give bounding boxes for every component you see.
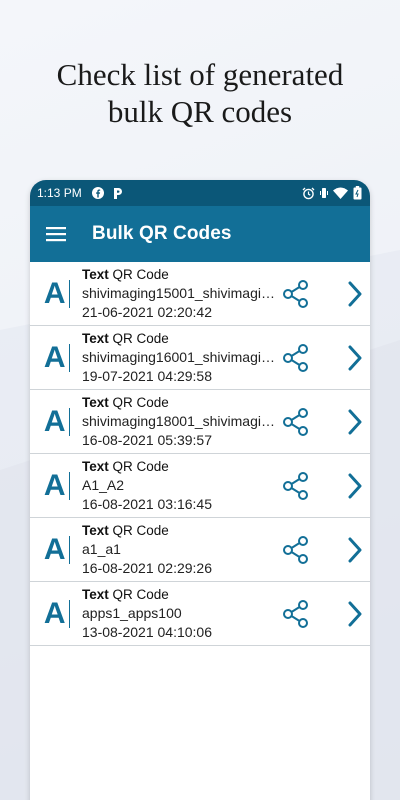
- item-date: 13-08-2021 04:10:06: [82, 623, 212, 640]
- share-icon[interactable]: [281, 471, 311, 501]
- item-name: apps1_apps100: [82, 604, 182, 621]
- list-item[interactable]: A Text QR Code shivimaging16001_shivimag…: [30, 326, 370, 390]
- chevron-right-icon[interactable]: [342, 536, 368, 564]
- p-app-icon: [112, 187, 124, 200]
- item-type: Text: [82, 266, 109, 282]
- chevron-right-icon[interactable]: [342, 344, 368, 372]
- list-item[interactable]: A Text QR Code shivimaging18001_shivimag…: [30, 390, 370, 454]
- text-type-icon: A: [30, 390, 80, 454]
- item-label: QR Code: [112, 522, 169, 538]
- chevron-right-icon[interactable]: [342, 600, 368, 628]
- item-date: 19-07-2021 04:29:58: [82, 367, 212, 384]
- item-label: QR Code: [112, 394, 169, 410]
- item-name: a1_a1: [82, 540, 121, 557]
- alarm-icon: [302, 187, 315, 200]
- text-type-icon: A: [30, 326, 80, 390]
- list-item[interactable]: A Text QR Code apps1_apps100 13-08-2021 …: [30, 582, 370, 646]
- phone-screen: 1:13 PM Bulk QR Codes A Text QR Code shi…: [30, 180, 370, 800]
- item-label: QR Code: [112, 330, 169, 346]
- text-type-icon: A: [30, 518, 80, 582]
- item-name: shivimaging15001_shivimaging15100: [82, 284, 275, 301]
- text-type-icon: A: [30, 582, 80, 646]
- share-icon[interactable]: [281, 535, 311, 565]
- item-date: 16-08-2021 03:16:45: [82, 495, 212, 512]
- item-name: A1_A2: [82, 476, 125, 493]
- item-text: Text QR Code a1_a1 16-08-2021 02:29:26: [82, 522, 275, 578]
- promo-caption: Check list of generated bulk QR codes: [0, 56, 400, 130]
- caption-line-2: bulk QR codes: [107, 94, 293, 129]
- item-date: 16-08-2021 02:29:26: [82, 559, 212, 576]
- item-text: Text QR Code shivimaging16001_shivimagin…: [82, 330, 275, 386]
- share-icon[interactable]: [281, 599, 311, 629]
- qr-code-list: A Text QR Code shivimaging15001_shivimag…: [30, 262, 370, 646]
- item-text: Text QR Code shivimaging15001_shivimagin…: [82, 266, 275, 322]
- text-type-icon: A: [30, 454, 80, 518]
- item-type: Text: [82, 458, 109, 474]
- item-name: shivimaging18001_shivimaging18100: [82, 412, 275, 429]
- status-bar: 1:13 PM: [30, 180, 370, 206]
- chevron-right-icon[interactable]: [342, 280, 368, 308]
- item-type: Text: [82, 522, 109, 538]
- battery-icon: [353, 186, 362, 200]
- item-date: 21-06-2021 02:20:42: [82, 303, 212, 320]
- share-icon[interactable]: [281, 343, 311, 373]
- item-date: 16-08-2021 05:39:57: [82, 431, 212, 448]
- hamburger-menu-icon[interactable]: [38, 216, 74, 252]
- vibrate-icon: [320, 187, 328, 199]
- list-item[interactable]: A Text QR Code a1_a1 16-08-2021 02:29:26: [30, 518, 370, 582]
- item-label: QR Code: [112, 586, 169, 602]
- chevron-right-icon[interactable]: [342, 408, 368, 436]
- item-type: Text: [82, 330, 109, 346]
- item-type: Text: [82, 586, 109, 602]
- item-text: Text QR Code A1_A2 16-08-2021 03:16:45: [82, 458, 275, 514]
- item-text: Text QR Code apps1_apps100 13-08-2021 04…: [82, 586, 275, 642]
- item-label: QR Code: [112, 458, 169, 474]
- text-type-icon: A: [30, 262, 80, 326]
- item-text: Text QR Code shivimaging18001_shivimagin…: [82, 394, 275, 450]
- share-icon[interactable]: [281, 279, 311, 309]
- wifi-icon: [333, 187, 348, 199]
- item-type: Text: [82, 394, 109, 410]
- list-item[interactable]: A Text QR Code shivimaging15001_shivimag…: [30, 262, 370, 326]
- list-item[interactable]: A Text QR Code A1_A2 16-08-2021 03:16:45: [30, 454, 370, 518]
- share-icon[interactable]: [281, 407, 311, 437]
- item-name: shivimaging16001_shivimaging16100: [82, 348, 275, 365]
- app-title: Bulk QR Codes: [92, 223, 232, 244]
- item-label: QR Code: [112, 266, 169, 282]
- app-bar: Bulk QR Codes: [30, 206, 370, 262]
- status-time: 1:13 PM: [37, 186, 82, 200]
- caption-line-1: Check list of generated: [56, 57, 344, 92]
- facebook-icon: [91, 187, 104, 199]
- chevron-right-icon[interactable]: [342, 472, 368, 500]
